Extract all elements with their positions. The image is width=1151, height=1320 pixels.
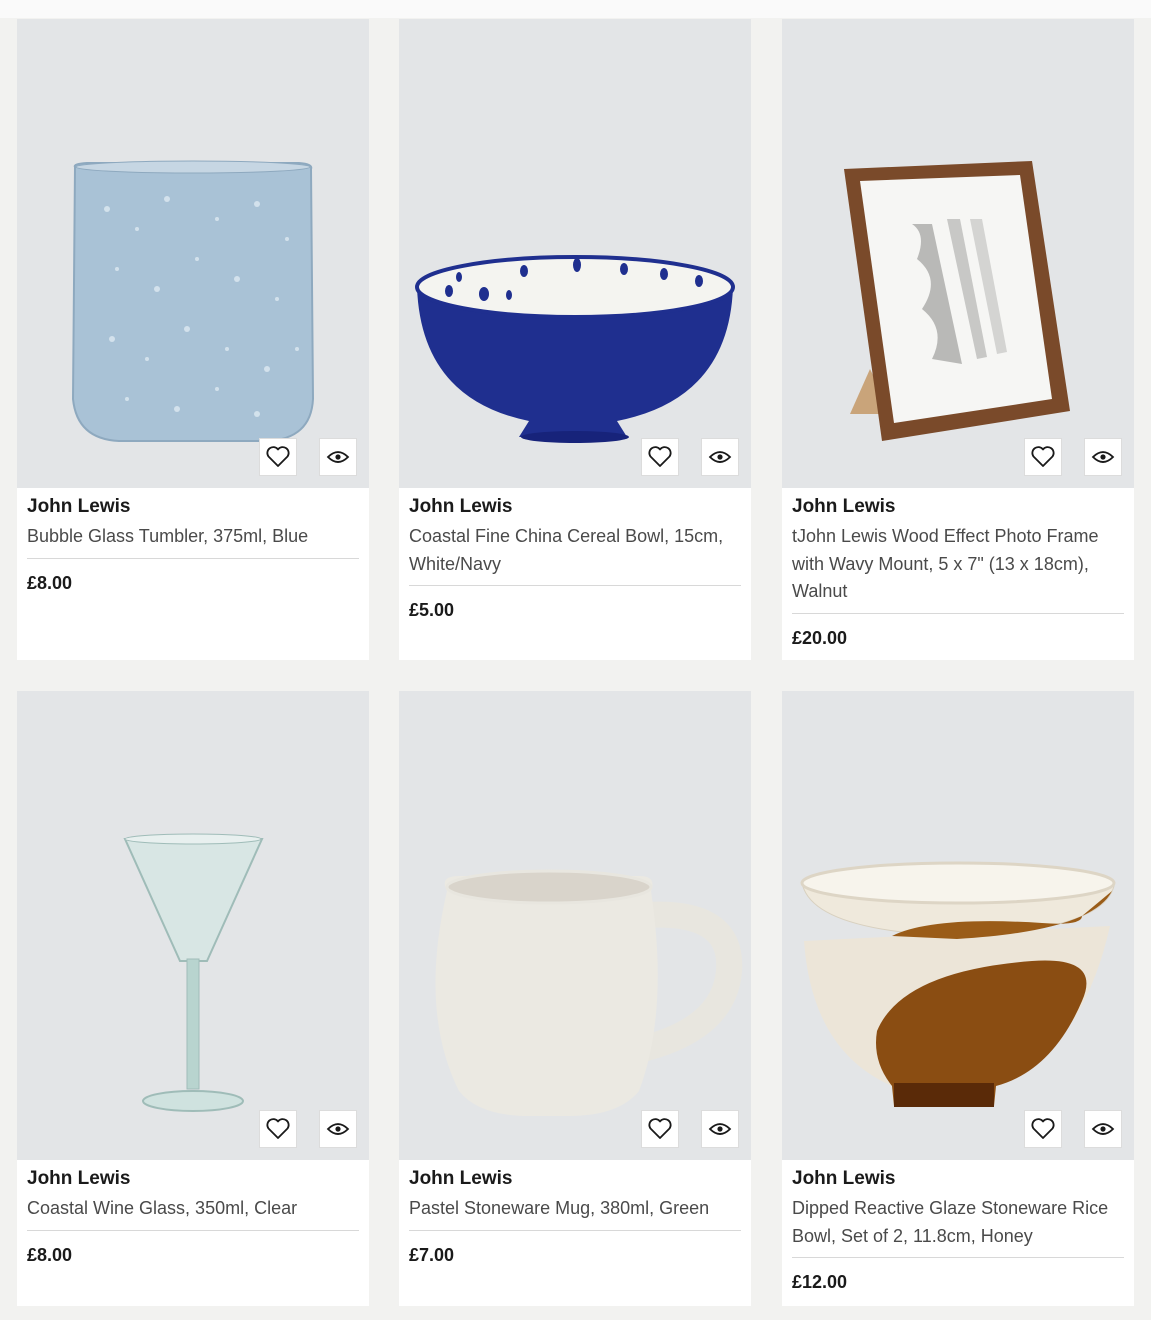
product-price: £8.00: [27, 573, 73, 593]
divider: [792, 1257, 1124, 1258]
product-image[interactable]: [399, 691, 751, 1160]
product-card[interactable]: John Lewis Bubble Glass Tumbler, 375ml, …: [17, 19, 369, 660]
product-card[interactable]: John Lewis Coastal Wine Glass, 350ml, Cl…: [17, 691, 369, 1306]
product-price: £12.00: [792, 1272, 848, 1292]
product-title[interactable]: Pastel Stoneware Mug, 380ml, Green: [409, 1195, 741, 1223]
eye-icon: [326, 1123, 350, 1135]
product-grid: John Lewis Bubble Glass Tumbler, 375ml, …: [0, 0, 1151, 1320]
quick-view-button[interactable]: [319, 1110, 357, 1148]
eye-icon: [1091, 1123, 1115, 1135]
eye-icon: [326, 451, 350, 463]
product-image[interactable]: [17, 19, 369, 488]
mug-image: [435, 869, 743, 1116]
eye-icon: [708, 1123, 732, 1135]
heart-icon: [1031, 1118, 1055, 1139]
quick-view-button[interactable]: [319, 438, 357, 476]
product-price: £8.00: [27, 1245, 73, 1265]
product-image[interactable]: [782, 691, 1134, 1160]
product-title[interactable]: tJohn Lewis Wood Effect Photo Frame with…: [792, 523, 1124, 606]
product-card[interactable]: John Lewis Pastel Stoneware Mug, 380ml, …: [399, 691, 751, 1306]
heart-icon: [1031, 446, 1055, 467]
divider: [409, 1230, 741, 1231]
product-brand: John Lewis: [27, 496, 131, 517]
quick-view-button[interactable]: [701, 438, 739, 476]
product-title[interactable]: Coastal Wine Glass, 350ml, Clear: [27, 1195, 359, 1223]
product-price: £7.00: [409, 1245, 455, 1265]
eye-icon: [708, 451, 732, 463]
heart-icon: [266, 1118, 290, 1139]
wishlist-button[interactable]: [259, 1110, 297, 1148]
photo-frame-image: [844, 161, 1070, 441]
wishlist-button[interactable]: [1024, 1110, 1062, 1148]
wine-glass-image: [123, 833, 264, 1112]
product-card[interactable]: John Lewis tJohn Lewis Wood Effect Photo…: [782, 19, 1134, 660]
wishlist-button[interactable]: [641, 438, 679, 476]
product-card[interactable]: John Lewis Coastal Fine China Cereal Bow…: [399, 19, 751, 660]
bowl-image: [415, 255, 735, 443]
eye-icon: [1091, 451, 1115, 463]
divider: [792, 613, 1124, 614]
heart-icon: [266, 446, 290, 467]
product-title[interactable]: Dipped Reactive Glaze Stoneware Rice Bow…: [792, 1195, 1124, 1250]
product-price: £5.00: [409, 600, 455, 620]
quick-view-button[interactable]: [701, 1110, 739, 1148]
wishlist-button[interactable]: [1024, 438, 1062, 476]
product-image[interactable]: [399, 19, 751, 488]
heart-icon: [648, 446, 672, 467]
product-brand: John Lewis: [792, 496, 896, 517]
product-title[interactable]: Bubble Glass Tumbler, 375ml, Blue: [27, 523, 359, 551]
product-card[interactable]: John Lewis Dipped Reactive Glaze Stonewa…: [782, 691, 1134, 1306]
product-brand: John Lewis: [409, 1168, 513, 1189]
product-brand: John Lewis: [27, 1168, 131, 1189]
product-price: £20.00: [792, 628, 848, 648]
divider: [27, 1230, 359, 1231]
product-title[interactable]: Coastal Fine China Cereal Bowl, 15cm, Wh…: [409, 523, 741, 578]
wishlist-button[interactable]: [259, 438, 297, 476]
divider: [409, 585, 741, 586]
heart-icon: [648, 1118, 672, 1139]
rice-bowls-image: [800, 861, 1116, 1107]
tumbler-image: [71, 160, 315, 442]
product-brand: John Lewis: [409, 496, 513, 517]
product-image[interactable]: [782, 19, 1134, 488]
quick-view-button[interactable]: [1084, 438, 1122, 476]
divider: [27, 558, 359, 559]
wishlist-button[interactable]: [641, 1110, 679, 1148]
product-brand: John Lewis: [792, 1168, 896, 1189]
quick-view-button[interactable]: [1084, 1110, 1122, 1148]
product-image[interactable]: [17, 691, 369, 1160]
